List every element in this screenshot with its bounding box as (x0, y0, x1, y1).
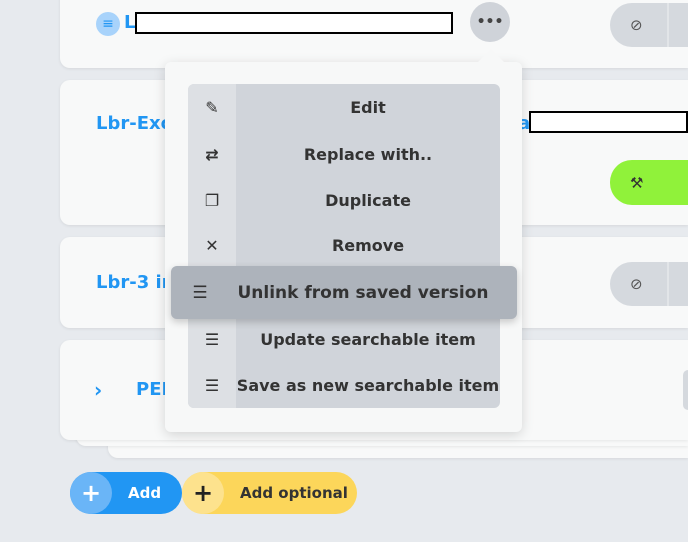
database-icon: ≡ (96, 12, 120, 36)
menu-item-remove[interactable]: ✕ Remove (188, 222, 500, 268)
eye-off-icon: ⊘ (630, 16, 643, 34)
menu-item-unlink[interactable]: ☰ Unlink from saved version (171, 266, 517, 319)
card-4-action[interactable] (683, 370, 688, 410)
menu-item-edit[interactable]: ✎ Edit (188, 84, 500, 130)
copy-icon: ❐ (204, 190, 220, 210)
card-title[interactable]: Lbr-3 ir (96, 272, 171, 293)
plus-icon: + (70, 472, 112, 514)
menu-list: ✎ Edit ⇄ Replace with.. ❐ Duplicate ✕ Remove… (188, 84, 500, 408)
compass-icon: ⚒ (630, 173, 644, 192)
menu-item-save-new-searchable[interactable]: ☰ Save as new searchable item (188, 362, 500, 408)
card-title[interactable]: L (124, 12, 135, 33)
menu-item-update-searchable[interactable]: ☰ Update searchable item (188, 316, 500, 362)
visibility-toggle[interactable]: ⊘ (610, 3, 688, 47)
add-optional-button[interactable]: + Add optional (182, 472, 357, 514)
visibility-toggle[interactable]: ⊘ (610, 262, 688, 306)
close-icon: ✕ (205, 235, 219, 255)
pencil-icon: ✎ (205, 97, 219, 117)
eye-off-icon: ⊘ (630, 275, 643, 293)
menu-item-replace[interactable]: ⇄ Replace with.. (188, 131, 500, 177)
swap-icon: ⇄ (205, 144, 219, 164)
card-title[interactable]: Lbr-Exc (96, 113, 171, 134)
redacted-box (135, 12, 453, 34)
card-title[interactable]: PEI (136, 379, 168, 400)
redacted-box (529, 111, 688, 133)
card-1: ≡ L (60, 0, 688, 68)
compass-button[interactable]: ⚒ (610, 160, 688, 205)
database-icon: ☰ (204, 329, 220, 349)
context-menu: ✎ Edit ⇄ Replace with.. ❐ Duplicate ✕ Remove… (165, 49, 522, 432)
add-button[interactable]: + Add (70, 472, 182, 514)
database-add-icon: ☰ (204, 375, 220, 395)
plus-icon: + (182, 472, 224, 514)
database-unlink-icon: ☰ (192, 282, 208, 303)
more-options-button[interactable]: ••• (470, 2, 510, 42)
menu-item-duplicate[interactable]: ❐ Duplicate (188, 177, 500, 223)
chevron-right-icon[interactable]: › (94, 378, 102, 402)
